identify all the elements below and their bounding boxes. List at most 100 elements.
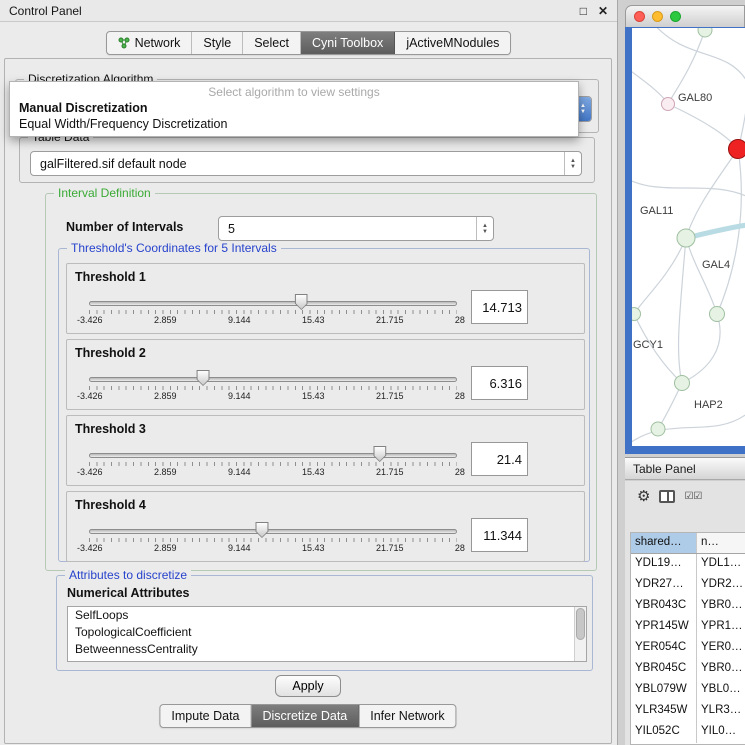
scale-label: 21.715 [376,543,404,553]
scale-label: 21.715 [376,391,404,401]
list-item-betweennesscentrality[interactable]: BetweennessCentrality [68,641,586,658]
node-label-gal11: GAL11 [640,205,673,217]
table-cell[interactable]: YDL1… [697,554,745,575]
scale-label: 28 [455,467,465,477]
threshold-2-value-field[interactable]: 6.316 [471,366,528,400]
dropdown-option-equal-width-frequency[interactable]: Equal Width/Frequency Discretization [10,116,578,132]
tab-label: Style [203,36,231,50]
scale-label: 21.715 [376,467,404,477]
table-cell[interactable]: YBL0… [697,680,745,701]
number-of-intervals-combobox[interactable]: 5 ▲ ▼ [218,216,494,241]
table-cell[interactable]: YDR2… [697,575,745,596]
threshold-3-value-field[interactable]: 21.4 [471,442,528,476]
table-cell[interactable]: YDR27… [631,575,697,596]
select-rows-icon[interactable]: ☑☑ [684,491,702,502]
tab-cyni-toolbox[interactable]: Cyni Toolbox [301,32,395,54]
tab-select[interactable]: Select [243,32,301,54]
threshold-1-slider: -3.426 2.859 9.144 15.43 21.715 28 [89,294,457,332]
network-node-hap2[interactable] [675,376,690,391]
tab-network[interactable]: Network [107,32,193,54]
table-header-shared-name[interactable]: shared… [631,533,697,553]
network-node-gcy1[interactable] [632,308,641,321]
network-node-gal80[interactable] [662,98,675,111]
table-row[interactable]: YBL079W YBL0… [631,680,745,701]
network-frame: GAL80 GAL11 GAL4 GCY1 HAP2 [625,27,745,454]
threshold-2-slider: -3.426 2.859 9.144 15.43 21.715 28 [89,370,457,408]
tab-infer-network[interactable]: Infer Network [359,705,455,727]
mac-minimize-button[interactable] [652,11,663,22]
table-row[interactable]: YER054C YER0… [631,638,745,659]
table-row[interactable]: YDR27… YDR2… [631,575,745,596]
table-cell[interactable]: YDL19… [631,554,697,575]
table-row[interactable]: YBR045C YBR0… [631,659,745,680]
network-node[interactable] [651,422,665,436]
mac-close-button[interactable] [634,11,645,22]
scrollbar-thumb[interactable] [576,608,585,640]
table-row[interactable]: YPR145W YPR1… [631,617,745,638]
tab-discretize-data[interactable]: Discretize Data [252,705,360,727]
tab-style[interactable]: Style [192,32,243,54]
table-panel: ⚙ ☑☑ shared… n… YDL19… YDL1… YDR27… YDR2… [625,481,745,745]
network-node[interactable] [698,28,712,37]
table-cell[interactable]: YER054C [631,638,697,659]
threshold-4-label: Threshold 4 [75,498,146,512]
slider-track[interactable] [89,529,457,534]
table-row[interactable]: YIL052C YIL0… [631,722,745,743]
tab-jactivemodules[interactable]: jActiveMNodules [395,32,510,54]
network-node-selected-red[interactable] [729,140,745,159]
table-cell[interactable]: YLR345W [631,701,697,722]
table-cell[interactable]: YIL052C [631,722,697,743]
network-node-gal4[interactable] [710,307,725,322]
apply-button[interactable]: Apply [275,675,341,697]
slider-track[interactable] [89,301,457,306]
threshold-4-value-field[interactable]: 11.344 [471,518,528,552]
table-cell[interactable]: YBL079W [631,680,697,701]
table-cell[interactable]: YIL0… [697,722,745,743]
table-row[interactable]: YDL19… YDL1… [631,554,745,575]
combo-stepper-icon[interactable]: ▲ ▼ [476,217,493,240]
float-window-icon[interactable]: □ [580,4,587,18]
scale-label: 9.144 [228,543,251,553]
table-cell[interactable]: YBR0… [697,659,745,680]
network-node-gal11[interactable] [677,229,695,247]
dropdown-option-manual-discretization[interactable]: Manual Discretization [10,100,578,116]
table-cell[interactable]: YLR3… [697,701,745,722]
cyni-toolbox-panel: Discretization Algorithm ▲ ▼ Select algo… [4,58,612,744]
slider-thumb[interactable] [373,446,386,462]
gear-icon[interactable]: ⚙ [637,487,650,505]
slider-thumb[interactable] [197,370,210,386]
close-icon[interactable]: ✕ [598,4,608,18]
threshold-3-box: Threshold 3 -3.426 2.859 9.144 15.43 21.… [66,415,585,486]
table-cell[interactable]: YER0… [697,638,745,659]
table-data-group: Table Data galFiltered.sif default node … [19,137,595,183]
slider-ticks [89,538,457,542]
table-cell[interactable]: YBR0… [697,596,745,617]
slider-thumb[interactable] [255,522,268,538]
threshold-4-box: Threshold 4 -3.426 2.859 9.144 15.43 21.… [66,491,585,562]
table-row[interactable]: YLR345W YLR3… [631,701,745,722]
table-row[interactable]: YBR043C YBR0… [631,596,745,617]
threshold-1-label: Threshold 1 [75,270,146,284]
table-cell[interactable]: YBR043C [631,596,697,617]
combo-stepper-icon[interactable]: ▲ ▼ [564,152,581,175]
list-item-selfloops[interactable]: SelfLoops [68,607,586,624]
network-canvas[interactable]: GAL80 GAL11 GAL4 GCY1 HAP2 [632,28,745,446]
attributes-list: SelfLoops TopologicalCoefficient Between… [67,606,587,662]
node-attribute-table: shared… n… YDL19… YDL1… YDR27… YDR2… YBR… [630,532,745,745]
slider-thumb[interactable] [295,294,308,310]
threshold-1-value-field[interactable]: 14.713 [471,290,528,324]
slider-track[interactable] [89,377,457,382]
table-cell[interactable]: YBR045C [631,659,697,680]
tab-impute-data[interactable]: Impute Data [160,705,251,727]
columns-icon[interactable] [659,490,675,503]
slider-track[interactable] [89,453,457,458]
table-cell[interactable]: YPR1… [697,617,745,638]
list-item-topologicalcoefficient[interactable]: TopologicalCoefficient [68,624,586,641]
list-scrollbar[interactable] [574,607,586,661]
tab-label: Impute Data [171,709,239,723]
table-cell[interactable]: YPR145W [631,617,697,638]
table-header-name[interactable]: n… [697,533,745,553]
table-data-combobox[interactable]: galFiltered.sif default node ▲ ▼ [30,151,582,176]
node-label-hap2: HAP2 [694,399,723,411]
mac-zoom-button[interactable] [670,11,681,22]
